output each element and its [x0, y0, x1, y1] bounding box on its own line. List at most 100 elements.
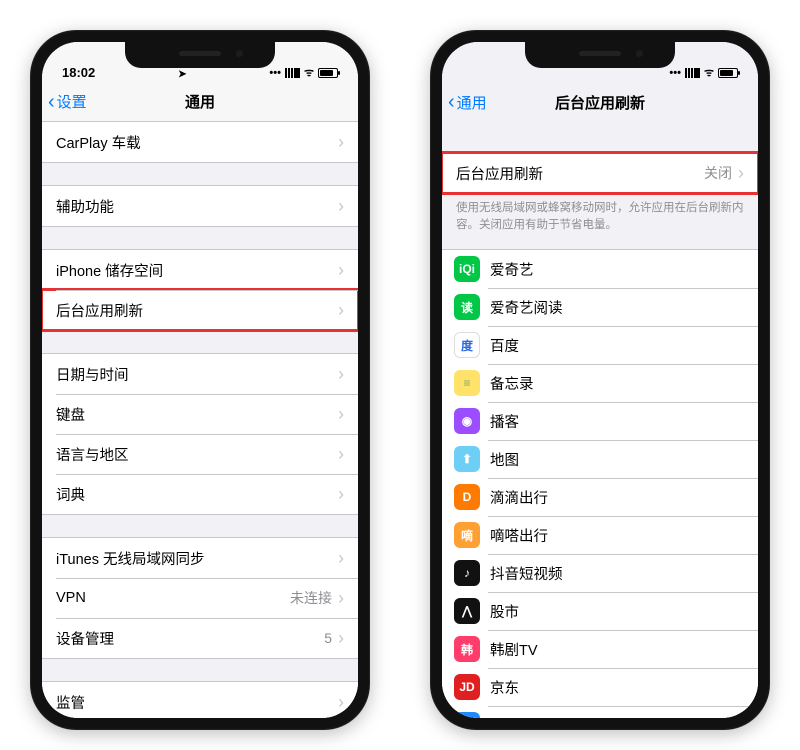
page-title: 后台应用刷新 [555, 92, 645, 113]
chevron-right-icon: › [738, 163, 744, 184]
chevron-right-icon: › [338, 628, 344, 649]
back-button[interactable]: ‹ 通用 [442, 92, 487, 113]
settings-group: 辅助功能› [42, 185, 358, 227]
chevron-right-icon: › [338, 132, 344, 153]
status-icons: ••• ᯤ [669, 65, 738, 80]
app-row[interactable]: ♪ 抖音短视频 [442, 554, 758, 592]
app-row[interactable]: D 滴滴出行 [442, 478, 758, 516]
wifi-icon: ᯤ [304, 65, 314, 80]
app-row[interactable]: ◉播客 [442, 402, 758, 440]
app-name: 股市 [490, 601, 744, 622]
app-row[interactable]: iQi 爱奇艺 [442, 250, 758, 288]
row-label: 键盘 [56, 404, 338, 425]
row-label: 设备管理 [56, 628, 324, 649]
app-name: 嘀嗒出行 [490, 525, 744, 546]
app-icon: K [454, 712, 480, 718]
wifi-icon: ᯤ [704, 65, 714, 80]
app-row[interactable]: 度百度 [442, 326, 758, 364]
status-time [462, 65, 466, 80]
signal-icon: ••• [269, 67, 281, 79]
app-row[interactable]: JD京东 [442, 668, 758, 706]
app-icon: 度 [454, 332, 480, 358]
page-title: 通用 [185, 91, 215, 112]
chevron-left-icon: ‹ [448, 92, 455, 112]
app-row[interactable]: K 酷狗音乐 [442, 706, 758, 718]
row-label: 辅助功能 [56, 196, 338, 217]
row-label: 语言与地区 [56, 444, 338, 465]
settings-group: 监管› [42, 681, 358, 718]
app-name: 爱奇艺阅读 [490, 297, 744, 318]
settings-row[interactable]: iTunes 无线局域网同步› [42, 538, 358, 578]
chevron-right-icon: › [338, 260, 344, 281]
chevron-right-icon: › [338, 692, 344, 713]
row-label: CarPlay 车载 [56, 132, 338, 153]
nav-bar: ‹ 通用 后台应用刷新 [442, 82, 758, 122]
location-icon: ➤ [178, 69, 186, 80]
chevron-right-icon: › [338, 484, 344, 505]
screen: 18:02 ➤ ••• ᯤ ‹ 设置 通用 CarPlay 车载›辅助功能›iP… [42, 42, 358, 718]
app-row[interactable]: ⬆ 地图 [442, 440, 758, 478]
row-label: 词典 [56, 484, 338, 505]
chevron-right-icon: › [338, 444, 344, 465]
settings-row[interactable]: 监管› [42, 682, 358, 718]
settings-row[interactable]: iPhone 储存空间› [42, 250, 358, 290]
row-label: 监管 [56, 692, 338, 713]
back-label: 设置 [57, 91, 87, 112]
settings-group: iPhone 储存空间›后台应用刷新› [42, 249, 358, 331]
battery-icon [718, 68, 738, 78]
signal-bars-icon [285, 68, 300, 78]
settings-group: iTunes 无线局域网同步›VPN未连接›设备管理5› [42, 537, 358, 659]
status-time: 18:02 [62, 65, 95, 80]
phone-right: ••• ᯤ ‹ 通用 后台应用刷新 后台应用刷新 关闭 › 使用无线局域网或蜂窝… [430, 30, 770, 730]
app-row[interactable]: 韩韩剧TV [442, 630, 758, 668]
settings-row[interactable]: VPN未连接 › [42, 578, 358, 618]
app-name: 酷狗音乐 [490, 715, 744, 718]
settings-row[interactable]: 日期与时间› [42, 354, 358, 394]
settings-group: CarPlay 车载› [42, 122, 358, 163]
settings-row[interactable]: 键盘› [42, 394, 358, 434]
screen: ••• ᯤ ‹ 通用 后台应用刷新 后台应用刷新 关闭 › 使用无线局域网或蜂窝… [442, 42, 758, 718]
status-icons: ••• ᯤ [269, 65, 338, 80]
app-name: 备忘录 [490, 373, 744, 394]
app-row[interactable]: ≡ 备忘录 [442, 364, 758, 402]
nav-bar: ‹ 设置 通用 [42, 82, 358, 122]
app-name: 抖音短视频 [490, 563, 744, 584]
app-name: 爱奇艺 [490, 259, 744, 280]
row-background-refresh-master[interactable]: 后台应用刷新 关闭 › [442, 153, 758, 193]
settings-row[interactable]: 词典› [42, 474, 358, 514]
app-icon: 韩 [454, 636, 480, 662]
settings-row[interactable]: CarPlay 车载› [42, 122, 358, 162]
settings-list[interactable]: CarPlay 车载›辅助功能›iPhone 储存空间›后台应用刷新›日期与时间… [42, 122, 358, 718]
app-icon: ⋀ [454, 598, 480, 624]
app-icon: D [454, 484, 480, 510]
section-footer: 使用无线局域网或蜂窝移动网时，允许应用在后台刷新内容。关闭应用有助于节省电量。 [442, 194, 758, 233]
row-value: 5 [324, 630, 332, 646]
settings-row[interactable]: 辅助功能› [42, 186, 358, 226]
signal-icon: ••• [669, 67, 681, 79]
app-name: 滴滴出行 [490, 487, 744, 508]
chevron-right-icon: › [338, 548, 344, 569]
app-icon: iQi [454, 256, 480, 282]
app-name: 播客 [490, 411, 744, 432]
back-button[interactable]: ‹ 设置 [42, 91, 87, 112]
app-refresh-list[interactable]: 后台应用刷新 关闭 › 使用无线局域网或蜂窝移动网时，允许应用在后台刷新内容。关… [442, 122, 758, 718]
app-row[interactable]: ⋀ 股市 [442, 592, 758, 630]
settings-group: 日期与时间›键盘›语言与地区›词典› [42, 353, 358, 515]
row-label: VPN [56, 590, 290, 606]
app-icon: ≡ [454, 370, 480, 396]
app-icon: ♪ [454, 560, 480, 586]
notch [525, 42, 675, 68]
chevron-right-icon: › [338, 588, 344, 609]
app-name: 百度 [490, 335, 744, 356]
settings-row[interactable]: 设备管理5 › [42, 618, 358, 658]
app-icon: JD [454, 674, 480, 700]
row-label: iTunes 无线局域网同步 [56, 548, 338, 569]
app-name: 地图 [490, 449, 744, 470]
app-row[interactable]: 嘀嘀嗒出行 [442, 516, 758, 554]
settings-row[interactable]: 后台应用刷新› [42, 290, 358, 330]
row-value: 关闭 [704, 163, 732, 183]
settings-row[interactable]: 语言与地区› [42, 434, 358, 474]
app-icon: ⬆ [454, 446, 480, 472]
row-value: 未连接 [290, 588, 332, 608]
app-row[interactable]: 读爱奇艺阅读 [442, 288, 758, 326]
